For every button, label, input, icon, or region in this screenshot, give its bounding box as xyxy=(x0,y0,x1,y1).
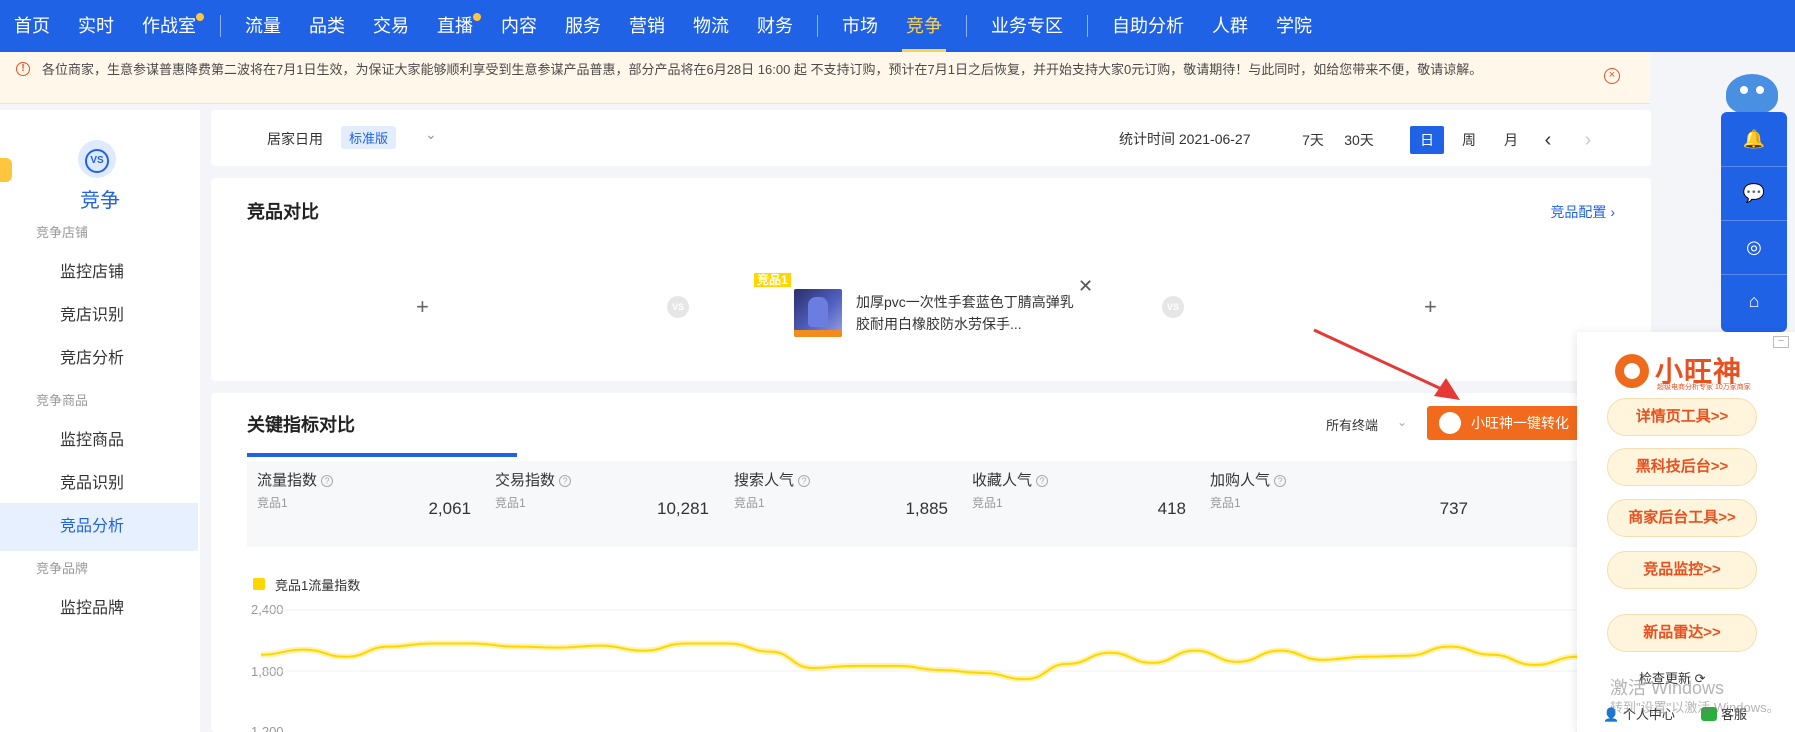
compare-config-link[interactable]: 竞品配置 › xyxy=(1550,202,1615,222)
top-nav: 首页 实时 作战室 流量 品类 交易 直播 内容 服务 营销 物流 财务 市场 … xyxy=(0,0,1795,52)
series-line xyxy=(260,642,1577,681)
bell-icon[interactable]: 🔔 xyxy=(1721,112,1787,166)
sidebar-item-product-analysis[interactable]: 竞品分析 xyxy=(0,503,198,551)
right-toolbar: 🔔 💬 ◎ ⌂ xyxy=(1721,112,1787,332)
add-product-icon[interactable]: + xyxy=(416,294,429,320)
nav-traffic[interactable]: 流量 xyxy=(231,0,295,52)
sidebar: VS 竞争 竞争店铺 监控店铺 竞店识别 竞店分析 竞争商品 监控商品 竞品识别… xyxy=(0,110,200,732)
sidebar-item-shop-analysis[interactable]: 竞店分析 xyxy=(0,335,198,383)
nav-divider xyxy=(817,15,818,37)
notice-text: 各位商家，生意参谋普惠降费第二波将在7月1日生效，为保证大家能够顺利享受到生意参… xyxy=(42,62,1483,77)
nav-service[interactable]: 服务 xyxy=(551,0,615,52)
range-30d-button[interactable]: 30天 xyxy=(1337,126,1381,154)
compass-icon[interactable]: ◎ xyxy=(1721,220,1787,274)
product-name[interactable]: 加厚pvc一次性手套蓝色丁腈高弹乳胶耐用白橡胶防水劳保手... xyxy=(856,291,1076,335)
nav-self-analysis[interactable]: 自助分析 xyxy=(1098,0,1198,52)
close-icon[interactable]: × xyxy=(1604,68,1620,84)
sidebar-title: 竞争 xyxy=(80,190,120,212)
product-image[interactable] xyxy=(794,289,842,337)
annotation-arrow xyxy=(1313,328,1460,400)
windows-watermark-sub: 转到"设置"以激活 Windows。 xyxy=(1610,700,1780,715)
sidebar-collapse-tab[interactable] xyxy=(0,158,12,182)
sidebar-group-brands: 竞争品牌 xyxy=(36,561,89,576)
next-icon[interactable]: › xyxy=(1576,126,1600,154)
vs-logo-icon: VS xyxy=(78,140,116,178)
filter-bar: 居家日用 标准版 ⌄ 统计时间 2021-06-27 7天 30天 日 周 月 … xyxy=(211,110,1651,166)
compare-title: 竞品对比 xyxy=(247,202,319,222)
nav-competition[interactable]: 竞争 xyxy=(892,0,956,52)
nav-live[interactable]: 直播 xyxy=(423,0,487,52)
range-7d-button[interactable]: 7天 xyxy=(1295,126,1331,154)
sidebar-item-product-identify[interactable]: 竞品识别 xyxy=(0,460,198,508)
nav-market[interactable]: 市场 xyxy=(828,0,892,52)
xws-logo-icon xyxy=(1615,354,1649,388)
one-click-convert-button[interactable]: 小旺神一键转化 xyxy=(1427,406,1577,440)
nav-divider xyxy=(220,15,221,37)
nav-realtime[interactable]: 实时 xyxy=(64,0,128,52)
glove-icon xyxy=(808,297,828,327)
xws-competitor-monitor-button[interactable]: 竞品监控>> xyxy=(1607,551,1757,589)
range-month-button[interactable]: 月 xyxy=(1494,126,1528,154)
nav-category[interactable]: 品类 xyxy=(295,0,359,52)
add-product-icon[interactable]: + xyxy=(1424,294,1437,320)
edition-badge: 标准版 xyxy=(341,126,397,149)
nav-divider xyxy=(966,15,967,37)
nav-finance[interactable]: 财务 xyxy=(743,0,807,52)
stat-time-label: 统计时间 2021-06-27 xyxy=(1119,131,1251,147)
sidebar-item-monitor-products[interactable]: 监控商品 xyxy=(0,417,198,465)
nav-warroom[interactable]: 作战室 xyxy=(128,0,210,52)
nav-business-zone[interactable]: 业务专区 xyxy=(977,0,1077,52)
xws-detail-tool-button[interactable]: 详情页工具>> xyxy=(1607,398,1757,436)
range-week-button[interactable]: 周 xyxy=(1452,126,1486,154)
xws-panel: – 小旺神 超级电商分析专家 10万家商家 详情页工具>> 黑科技后台>> 商家… xyxy=(1577,332,1795,732)
new-dot-icon xyxy=(196,13,204,21)
product-tag: 竞品1 xyxy=(754,273,791,287)
nav-marketing[interactable]: 营销 xyxy=(615,0,679,52)
warning-icon: ! xyxy=(16,62,30,76)
sidebar-group-shops: 竞争店铺 xyxy=(36,225,89,240)
nav-crowd[interactable]: 人群 xyxy=(1198,0,1262,52)
chevron-down-icon[interactable]: ⌄ xyxy=(425,126,437,143)
nav-academy[interactable]: 学院 xyxy=(1262,0,1326,52)
prev-icon[interactable]: ‹ xyxy=(1536,126,1560,154)
nav-divider xyxy=(1087,15,1088,37)
sidebar-group-products: 竞争商品 xyxy=(36,393,89,408)
traffic-line-chart xyxy=(260,609,1577,683)
notice-banner: ! 各位商家，生意参谋普惠降费第二波将在7月1日生效，为保证大家能够顺利享受到生… xyxy=(0,52,1650,104)
xws-slogan: 超级电商分析专家 10万家商家 xyxy=(1657,384,1751,391)
sidebar-item-monitor-brands[interactable]: 监控品牌 xyxy=(0,585,198,633)
xws-merchant-tool-button[interactable]: 商家后台工具>> xyxy=(1607,499,1757,537)
range-day-button[interactable]: 日 xyxy=(1410,126,1444,154)
new-dot-icon xyxy=(473,13,481,21)
kpi-card: 关键指标对比 所有终端 ⌄ 流量指数? 竞品1 2,061 交易指数? 竞品1 … xyxy=(211,393,1651,732)
vs-icon: VS xyxy=(1162,296,1184,318)
nav-logistics[interactable]: 物流 xyxy=(679,0,743,52)
series-line-glow xyxy=(260,640,1577,683)
xws-logo-icon xyxy=(1439,412,1461,434)
vs-icon: VS xyxy=(667,296,689,318)
category-label[interactable]: 居家日用 xyxy=(267,129,323,149)
xws-new-product-radar-button[interactable]: 新品雷达>> xyxy=(1607,614,1757,652)
nav-trade[interactable]: 交易 xyxy=(359,0,423,52)
close-icon[interactable]: ✕ xyxy=(1078,276,1093,297)
nav-content[interactable]: 内容 xyxy=(487,0,551,52)
minimize-icon[interactable]: – xyxy=(1773,336,1789,348)
nav-home[interactable]: 首页 xyxy=(0,0,64,52)
message-icon[interactable]: 💬 xyxy=(1721,166,1787,220)
sidebar-item-monitor-shops[interactable]: 监控店铺 xyxy=(0,249,198,297)
xws-blacktech-button[interactable]: 黑科技后台>> xyxy=(1607,448,1757,486)
home-icon[interactable]: ⌂ xyxy=(1721,274,1787,328)
sidebar-item-shop-identify[interactable]: 竞店识别 xyxy=(0,292,198,340)
